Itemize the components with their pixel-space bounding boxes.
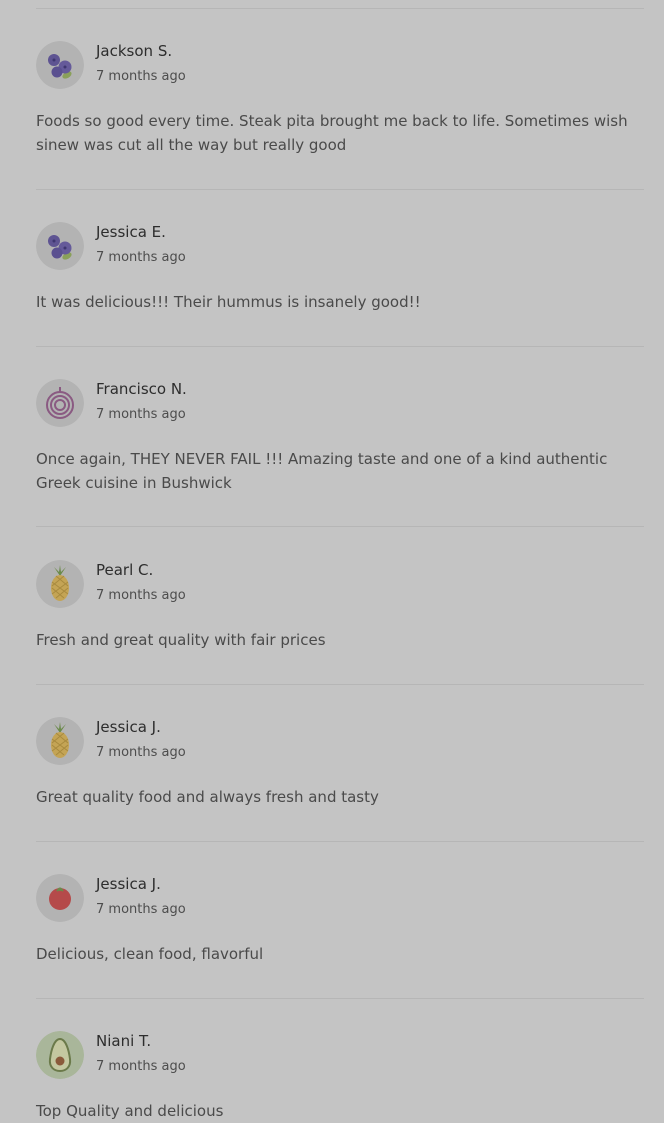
review-text: Delicious, clean food, flavorful: [36, 945, 264, 963]
review-divider: [36, 189, 644, 190]
reviewer-name: Jessica J.: [96, 718, 161, 736]
reviewer-name: Niani T.: [96, 1032, 152, 1050]
avocado-icon: [36, 1031, 84, 1079]
review-date: 7 months ago: [96, 250, 186, 265]
review-divider: [36, 998, 644, 999]
review-date: 7 months ago: [96, 588, 186, 603]
reviewer-name: Jessica J.: [96, 875, 161, 893]
onion-icon: [36, 379, 84, 427]
pineapple-icon: [36, 560, 84, 608]
top-divider: [36, 8, 644, 9]
review-date: 7 months ago: [96, 745, 186, 760]
review-date: 7 months ago: [96, 407, 186, 422]
review-text: Fresh and great quality with fair prices: [36, 631, 326, 649]
review-date: 7 months ago: [96, 902, 186, 917]
reviewer-name: Pearl C.: [96, 561, 154, 579]
blueberries-icon: [36, 41, 84, 89]
pineapple-icon: [36, 717, 84, 765]
reviewer-name: Francisco N.: [96, 380, 187, 398]
blueberries-icon: [36, 222, 84, 270]
review-divider: [36, 841, 644, 842]
review-divider: [36, 346, 644, 347]
review-text: Foods so good every time. Steak pita bro…: [36, 112, 628, 154]
reviewer-name: Jessica E.: [96, 223, 166, 241]
review-divider: [36, 526, 644, 527]
review-text: Great quality food and always fresh and …: [36, 788, 379, 806]
review-text: It was delicious!!! Their hummus is insa…: [36, 293, 421, 311]
tomato-icon: [36, 874, 84, 922]
review-date: 7 months ago: [96, 1059, 186, 1074]
review-text: Top Quality and delicious: [36, 1102, 224, 1120]
reviewer-name: Jackson S.: [96, 42, 173, 60]
review-date: 7 months ago: [96, 69, 186, 84]
review-text: Once again, THEY NEVER FAIL !!! Amazing …: [36, 450, 608, 492]
review-divider: [36, 684, 644, 685]
